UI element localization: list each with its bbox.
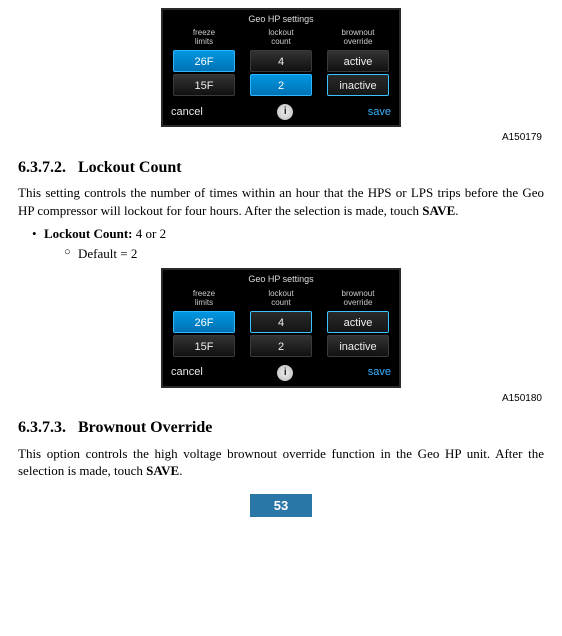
freeze-26f[interactable]: 26F [173, 50, 235, 72]
screen-title: Geo HP settings [163, 10, 399, 28]
section-heading-lockout-count: 6.3.7.2. Lockout Count [18, 157, 544, 179]
col-label-freeze: freezelimits [193, 28, 215, 48]
brownout-active[interactable]: active [327, 311, 389, 333]
section-body-brownout: This option controls the high voltage br… [18, 445, 544, 480]
col-label-lockout: lockoutcount [268, 28, 293, 48]
section-heading-brownout-override: 6.3.7.3. Brownout Override [18, 417, 544, 439]
save-button[interactable]: save [368, 105, 391, 120]
col-label-freeze: freezelimits [193, 289, 215, 309]
cancel-button[interactable]: cancel [171, 105, 203, 120]
bullet-lockout-count: Lockout Count: 4 or 2 Default = 2 [32, 225, 544, 262]
brownout-inactive[interactable]: inactive [327, 74, 389, 96]
device-screenshot-2: Geo HP settings freezelimits 26F 15F loc… [161, 268, 401, 387]
page-number: 53 [250, 494, 312, 518]
freeze-15f[interactable]: 15F [173, 74, 235, 96]
lockout-4[interactable]: 4 [250, 311, 312, 333]
lockout-2[interactable]: 2 [250, 335, 312, 357]
col-label-brownout: brownoutoverride [342, 28, 375, 48]
freeze-26f[interactable]: 26F [173, 311, 235, 333]
info-icon[interactable]: i [277, 104, 293, 120]
figure-id: A150179 [18, 127, 544, 145]
brownout-active[interactable]: active [327, 50, 389, 72]
device-screenshot-1: Geo HP settings freezelimits 26F 15F loc… [161, 8, 401, 127]
figure-id: A150180 [18, 388, 544, 406]
settings-columns: freezelimits 26F 15F lockoutcount 4 2 br… [163, 289, 399, 362]
brownout-inactive[interactable]: inactive [327, 335, 389, 357]
settings-columns: freezelimits 26F 15F lockoutcount 4 2 br… [163, 28, 399, 101]
save-button[interactable]: save [368, 365, 391, 380]
info-icon[interactable]: i [277, 365, 293, 381]
lockout-4[interactable]: 4 [250, 50, 312, 72]
col-label-brownout: brownoutoverride [342, 289, 375, 309]
sub-bullet-default: Default = 2 [64, 245, 544, 263]
screen-title: Geo HP settings [163, 270, 399, 288]
freeze-15f[interactable]: 15F [173, 335, 235, 357]
lockout-2[interactable]: 2 [250, 74, 312, 96]
cancel-button[interactable]: cancel [171, 365, 203, 380]
col-label-lockout: lockoutcount [268, 289, 293, 309]
section-body-lockout: This setting controls the number of time… [18, 184, 544, 219]
